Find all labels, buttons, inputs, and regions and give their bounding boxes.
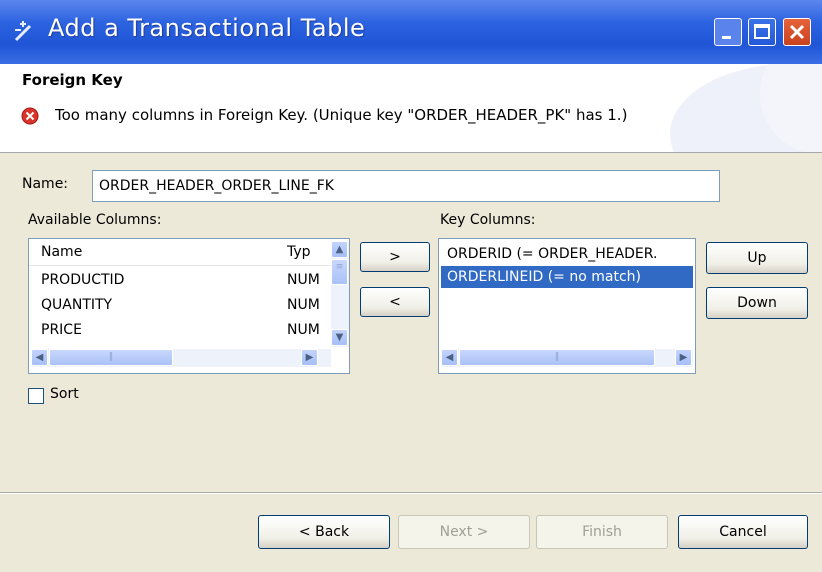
row-type: NUM [287,297,320,313]
next-button[interactable]: Next > [398,515,530,549]
sort-checkbox[interactable] [28,388,44,404]
minimize-icon [722,36,731,39]
column-header-type[interactable]: Typ [287,239,311,265]
cancel-button[interactable]: Cancel [678,515,808,549]
sort-label[interactable]: Sort [50,386,79,402]
title-bar[interactable]: Add a Transactional Table [0,0,822,64]
scroll-right-button[interactable]: ▶ [675,349,692,366]
table-row[interactable]: QUANTITY NUM [29,294,331,316]
scroll-left-button[interactable]: ◀ [441,349,458,366]
remove-column-button[interactable]: < [360,287,430,317]
horizontal-scrollbar[interactable]: ◀ ‖ ▶ [31,349,331,367]
back-button[interactable]: < Back [258,515,390,549]
key-columns-list[interactable]: ORDERID (= ORDER_HEADER. ORDERLINEID (= … [438,238,696,374]
scroll-thumb[interactable]: ‖ [49,349,173,366]
row-name: QUANTITY [41,297,113,313]
close-button[interactable] [783,18,811,46]
scroll-up-button[interactable]: ▲ [331,241,348,258]
available-columns-table[interactable]: Name Typ PRODUCTID NUM QUANTITY NUM PRIC… [28,238,350,374]
minimize-button[interactable] [714,18,742,46]
row-type: NUM [287,272,320,288]
add-column-button[interactable]: > [360,242,430,272]
wizard-icon [14,21,32,42]
scroll-left-button[interactable]: ◀ [31,349,48,366]
scroll-thumb[interactable]: ‖ [459,349,655,366]
row-type: NUM [287,322,320,338]
scroll-down-button[interactable]: ▼ [331,329,348,346]
vertical-scrollbar[interactable]: ▲ ≡ ▼ [331,241,349,347]
error-message: Too many columns in Foreign Key. (Unique… [55,106,628,124]
scroll-thumb[interactable]: ≡ [331,259,348,285]
list-item-selected[interactable]: ORDERLINEID (= no match) [441,266,693,288]
page-title: Foreign Key [22,71,123,89]
row-name: PRODUCTID [41,272,125,288]
list-item[interactable]: ORDERID (= ORDER_HEADER. [441,243,693,265]
scroll-right-button[interactable]: ▶ [301,349,318,366]
error-icon [21,107,39,125]
available-columns-label: Available Columns: [28,212,162,228]
maximize-button[interactable] [748,18,776,46]
column-header-name[interactable]: Name [41,239,82,265]
close-icon [789,24,805,40]
name-input[interactable] [92,170,720,202]
window-title: Add a Transactional Table [48,14,366,42]
key-columns-label: Key Columns: [440,212,536,228]
table-row[interactable]: PRODUCTID NUM [29,269,331,291]
finish-button[interactable]: Finish [536,515,668,549]
down-button[interactable]: Down [706,287,808,319]
horizontal-scrollbar[interactable]: ◀ ‖ ▶ [441,349,693,367]
maximize-icon [754,24,770,39]
name-label: Name: [22,176,69,192]
table-row[interactable]: PRICE NUM [29,319,331,341]
up-button[interactable]: Up [706,242,808,274]
row-name: PRICE [41,322,82,338]
